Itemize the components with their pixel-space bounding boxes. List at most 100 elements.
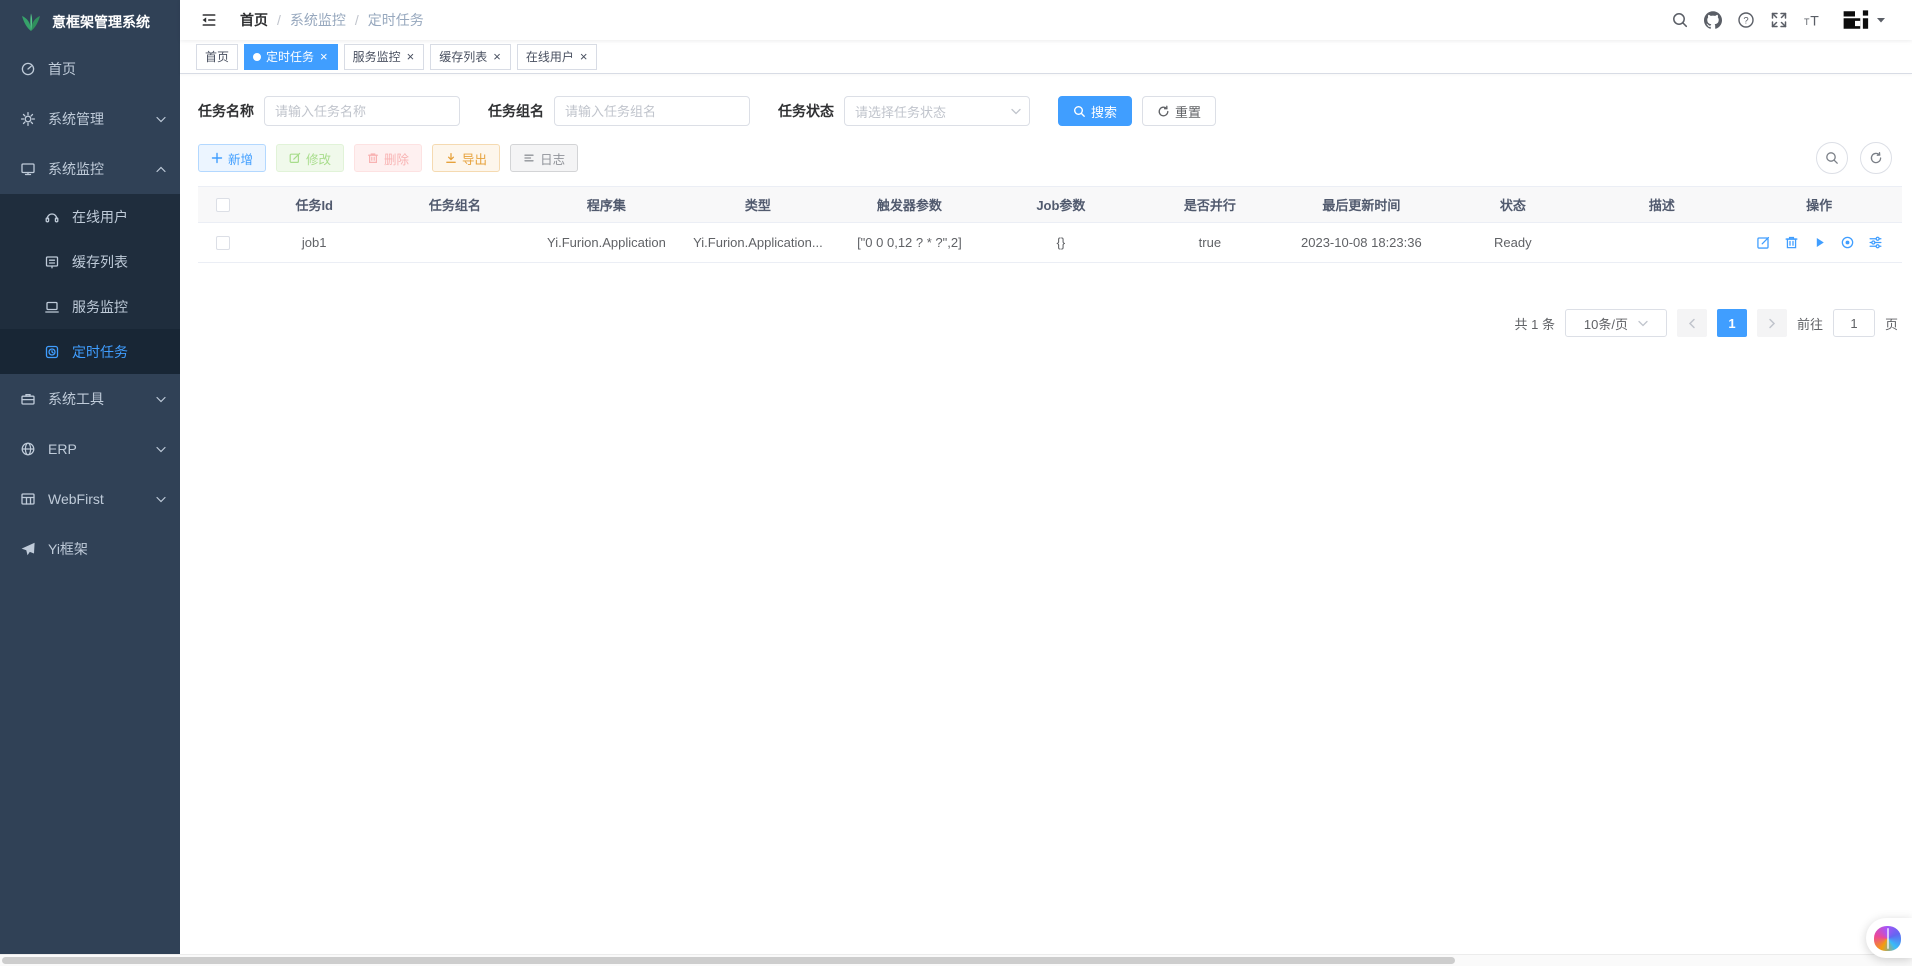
help-icon[interactable]: ? bbox=[1737, 11, 1755, 29]
col-task-group: 任务组名 bbox=[380, 187, 529, 223]
tab-online-users[interactable]: 在线用户 × bbox=[517, 44, 598, 70]
task-name-label: 任务名称 bbox=[198, 101, 254, 121]
table-row[interactable]: job1 Yi.Furion.Application Yi.Furion.App… bbox=[198, 223, 1902, 263]
task-group-input[interactable] bbox=[554, 96, 750, 126]
show-search-toggle-button[interactable] bbox=[1816, 142, 1848, 174]
github-icon[interactable] bbox=[1704, 11, 1722, 29]
row-delete-icon[interactable] bbox=[1784, 235, 1799, 250]
app-title: 意框架管理系统 bbox=[52, 12, 150, 32]
breadcrumb-separator: / bbox=[355, 12, 359, 28]
sidebar-item-label: 系统工具 bbox=[48, 389, 156, 409]
sidebar-item-cache-list[interactable]: 缓存列表 bbox=[0, 239, 180, 284]
close-icon[interactable]: × bbox=[319, 50, 329, 63]
col-status: 状态 bbox=[1438, 187, 1587, 223]
sidebar-item-home[interactable]: 首页 bbox=[0, 44, 180, 94]
dashboard-icon bbox=[20, 61, 36, 77]
close-icon[interactable]: × bbox=[579, 50, 589, 63]
main-area: 首页 / 系统监控 / 定时任务 bbox=[180, 0, 1912, 966]
navbar-actions: ? T T bbox=[1671, 5, 1900, 35]
sidebar-item-label: 系统管理 bbox=[48, 109, 156, 129]
user-menu[interactable] bbox=[1840, 5, 1886, 35]
sidebar-item-label: 缓存列表 bbox=[72, 252, 166, 272]
reset-button[interactable]: 重置 bbox=[1142, 96, 1216, 126]
delete-button-label: 删除 bbox=[384, 149, 409, 168]
table-grid-icon bbox=[20, 491, 36, 507]
row-run-icon[interactable] bbox=[1812, 235, 1827, 250]
sidebar-item-online-users[interactable]: 在线用户 bbox=[0, 194, 180, 239]
breadcrumb-home[interactable]: 首页 bbox=[240, 10, 268, 30]
toolbox-icon bbox=[20, 391, 36, 407]
edit-button[interactable]: 修改 bbox=[276, 144, 344, 172]
sidebar-item-system-monitor[interactable]: 系统监控 bbox=[0, 144, 180, 194]
row-edit-icon[interactable] bbox=[1756, 235, 1771, 250]
row-checkbox[interactable] bbox=[216, 236, 230, 250]
sidebar-item-label: 定时任务 bbox=[72, 342, 166, 362]
logo-bar[interactable]: 意框架管理系统 bbox=[0, 0, 180, 44]
row-log-icon[interactable] bbox=[1868, 235, 1883, 250]
search-icon[interactable] bbox=[1671, 11, 1689, 29]
sidebar-item-erp[interactable]: ERP bbox=[0, 424, 180, 474]
task-status-select[interactable]: 请选择任务状态 bbox=[844, 96, 1030, 126]
sidebar-item-label: Yi框架 bbox=[48, 539, 166, 559]
breadcrumb-current: 定时任务 bbox=[368, 10, 424, 30]
col-concurrent: 是否并行 bbox=[1135, 187, 1284, 223]
goto-label: 前往 bbox=[1797, 314, 1823, 333]
sidebar-item-system-tools[interactable]: 系统工具 bbox=[0, 374, 180, 424]
laptop-icon bbox=[44, 299, 60, 315]
page-number-1[interactable]: 1 bbox=[1717, 309, 1747, 337]
svg-text:T: T bbox=[1810, 13, 1819, 29]
sidebar-item-scheduled-tasks[interactable]: 定时任务 bbox=[0, 329, 180, 374]
fullscreen-icon[interactable] bbox=[1770, 11, 1788, 29]
assistant-extension-button[interactable] bbox=[1866, 918, 1912, 958]
goto-page-input[interactable] bbox=[1833, 309, 1875, 337]
sidebar-item-service-monitor[interactable]: 服务监控 bbox=[0, 284, 180, 329]
row-view-icon[interactable] bbox=[1840, 235, 1855, 250]
col-trigger-params: 触发器参数 bbox=[832, 187, 986, 223]
sidebar-item-label: ERP bbox=[48, 441, 156, 457]
scrollbar-thumb[interactable] bbox=[2, 957, 1455, 964]
tab-label: 首页 bbox=[205, 48, 229, 65]
sidebar-item-label: 首页 bbox=[48, 59, 166, 79]
add-button[interactable]: 新增 bbox=[198, 144, 266, 172]
font-size-icon[interactable]: T T bbox=[1803, 11, 1821, 29]
sidebar-item-yi-framework[interactable]: Yi框架 bbox=[0, 524, 180, 574]
col-assembly: 程序集 bbox=[529, 187, 683, 223]
search-button[interactable]: 搜索 bbox=[1058, 96, 1132, 126]
sidebar-menu: 首页 系统管理 bbox=[0, 44, 180, 966]
headset-icon bbox=[44, 209, 60, 225]
tab-home[interactable]: 首页 bbox=[196, 44, 238, 70]
table-header-row: 任务Id 任务组名 程序集 类型 触发器参数 Job参数 是否并行 最后更新时间… bbox=[198, 187, 1902, 223]
chevron-down-icon bbox=[156, 395, 166, 404]
tab-cache-list[interactable]: 缓存列表 × bbox=[430, 44, 511, 70]
cell-status: Ready bbox=[1438, 223, 1587, 263]
chevron-down-icon bbox=[1638, 320, 1648, 327]
search-button-label: 搜索 bbox=[1091, 102, 1117, 121]
tab-scheduled-tasks[interactable]: 定时任务 × bbox=[244, 44, 338, 70]
cell-task-id: job1 bbox=[248, 223, 380, 263]
horizontal-scrollbar[interactable] bbox=[0, 954, 1912, 966]
close-icon[interactable]: × bbox=[492, 50, 502, 63]
close-icon[interactable]: × bbox=[406, 50, 416, 63]
sidebar-fold-icon[interactable] bbox=[192, 7, 226, 33]
breadcrumb-monitor[interactable]: 系统监控 bbox=[290, 10, 346, 30]
refresh-button[interactable] bbox=[1860, 142, 1892, 174]
tab-label: 缓存列表 bbox=[439, 48, 487, 65]
col-description: 描述 bbox=[1587, 187, 1736, 223]
log-button[interactable]: 日志 bbox=[510, 144, 578, 172]
tab-label: 在线用户 bbox=[526, 48, 574, 65]
cell-task-group bbox=[380, 223, 529, 263]
task-name-input[interactable] bbox=[264, 96, 460, 126]
next-page-button[interactable] bbox=[1757, 309, 1787, 337]
sidebar-item-webfirst[interactable]: WebFirst bbox=[0, 474, 180, 524]
prev-page-button[interactable] bbox=[1677, 309, 1707, 337]
tab-service-monitor[interactable]: 服务监控 × bbox=[344, 44, 425, 70]
cell-job-params: {} bbox=[986, 223, 1135, 263]
table-toolbar: 新增 修改 删除 导出 日志 bbox=[198, 142, 1902, 174]
select-all-checkbox[interactable] bbox=[216, 198, 230, 212]
export-button[interactable]: 导出 bbox=[432, 144, 500, 172]
page-size-select[interactable]: 10条/页 bbox=[1565, 309, 1667, 337]
sidebar-item-system-management[interactable]: 系统管理 bbox=[0, 94, 180, 144]
delete-button[interactable]: 删除 bbox=[354, 144, 422, 172]
cell-last-update: 2023-10-08 18:23:36 bbox=[1284, 223, 1438, 263]
table-right-tools bbox=[1816, 142, 1902, 174]
